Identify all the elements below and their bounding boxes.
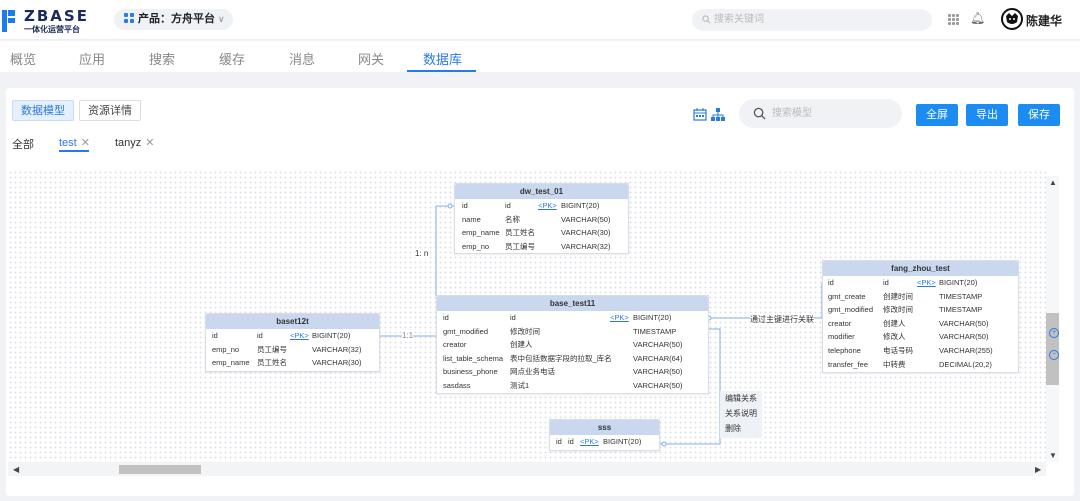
table-row[interactable]: creator 创建人 VARCHAR(50): [437, 338, 708, 352]
table-row[interactable]: creator 创建人 VARCHAR(50): [823, 317, 1018, 331]
relation-label-11[interactable]: 1:1: [402, 331, 414, 340]
scroll-left-icon[interactable]: ◀: [13, 465, 19, 474]
relation-line-1n: [435, 205, 454, 296]
table-title: dw_test_01: [455, 184, 628, 199]
table-row[interactable]: telephone 电话号码 VARCHAR(255): [823, 344, 1018, 358]
table-row[interactable]: id id <PK> BIGINT(20): [455, 199, 628, 213]
vertical-scroll-thumb[interactable]: [1046, 313, 1059, 385]
table-title: baset12t: [206, 314, 379, 329]
table-row[interactable]: id id <PK> BIGINT(20): [550, 435, 659, 449]
relation-label-pk[interactable]: 通过主键进行关联: [750, 314, 814, 325]
table-row[interactable]: sasdass 测试1 VARCHAR(50): [437, 379, 708, 393]
table-sss[interactable]: sss id id <PK> BIGINT(20): [549, 419, 660, 451]
table-row[interactable]: name 名称 VARCHAR(50): [455, 213, 628, 227]
relation-label-1n[interactable]: 1: n: [415, 249, 429, 258]
table-row[interactable]: emp_name 员工姓名 VARCHAR(30): [455, 226, 628, 240]
menu-item-edit-relation[interactable]: 编辑关系: [720, 391, 762, 406]
horizontal-scroll-thumb[interactable]: [119, 465, 201, 474]
menu-item-relation-note[interactable]: 关系说明: [720, 406, 762, 421]
zoom-out-icon[interactable]: −: [1049, 350, 1059, 360]
table-row[interactable]: gmt_modified 修改时间 TIMESTAMP: [823, 303, 1018, 317]
table-row[interactable]: gmt_create 创建时间 TIMESTAMP: [823, 290, 1018, 304]
table-row[interactable]: gmt_modified 修改时间 TIMESTAMP: [437, 325, 708, 339]
table-row[interactable]: emp_name 员工姓名 VARCHAR(30): [206, 356, 379, 370]
table-row[interactable]: id id <PK> BIGINT(20): [823, 276, 1018, 290]
relation-line-pk: [709, 283, 823, 319]
table-row[interactable]: modifier 修改人 VARCHAR(50): [823, 330, 1018, 344]
menu-item-delete[interactable]: 删除: [720, 421, 762, 436]
table-title: fang_zhou_test: [823, 261, 1018, 276]
table-fang-zhou-test[interactable]: fang_zhou_test id id <PK> BIGINT(20) gmt_cr…: [822, 260, 1019, 373]
scroll-right-icon[interactable]: ▶: [1035, 465, 1041, 474]
table-base-test11[interactable]: base_test11 id id <PK> BIGINT(20) gmt_modif…: [436, 295, 709, 394]
scroll-down-icon[interactable]: ▼: [1049, 451, 1057, 460]
table-row[interactable]: transfer_fee 中转费 DECIMAL(20,2): [823, 358, 1018, 372]
relation-context-menu: 编辑关系 关系说明 删除: [720, 391, 762, 438]
table-dw-test-01[interactable]: dw_test_01 id id <PK> BIGINT(20) name 名称 VARC…: [454, 183, 629, 254]
table-row[interactable]: list_table_schema 表中包括数据字段的拉取_库名 VARCHAR(6…: [437, 352, 708, 366]
scroll-up-icon[interactable]: ▲: [1049, 178, 1057, 187]
zoom-in-icon[interactable]: +: [1049, 328, 1059, 338]
table-title: sss: [550, 420, 659, 435]
table-baset12t[interactable]: baset12t id id <PK> BIGINT(20) emp_no 员工编号 VA…: [205, 313, 380, 372]
table-title: base_test11: [437, 296, 708, 311]
table-row[interactable]: emp_no 员工编号 VARCHAR(32): [206, 343, 379, 357]
table-row[interactable]: emp_no 员工编号 VARCHAR(32): [455, 240, 628, 254]
table-row[interactable]: id id <PK> BIGINT(20): [437, 311, 708, 325]
table-row[interactable]: id id <PK> BIGINT(20): [206, 329, 379, 343]
table-row[interactable]: business_phone 网点业务电话 VARCHAR(50): [437, 365, 708, 379]
